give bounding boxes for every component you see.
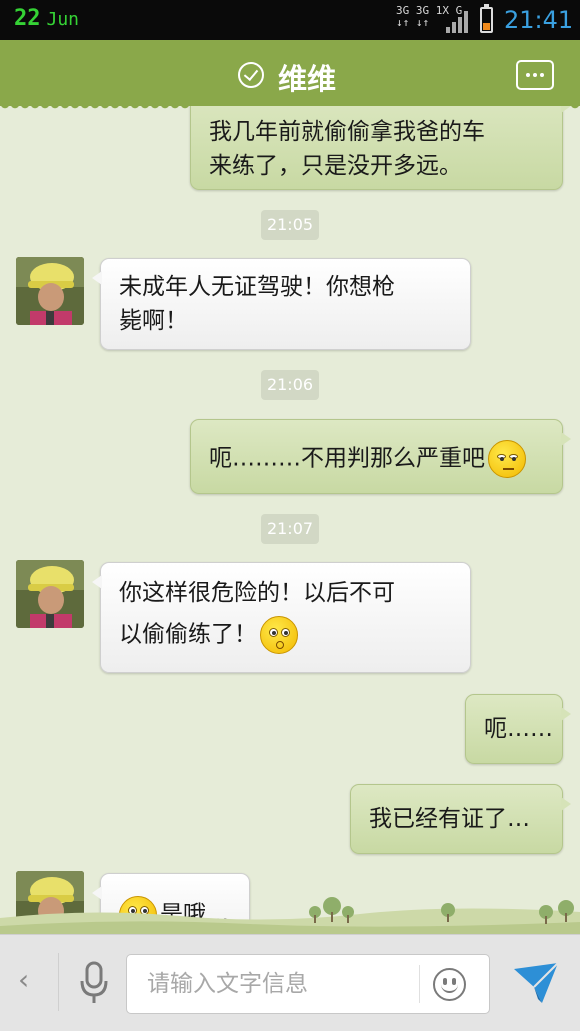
status-bar: 22 Jun 3G 3G 1X G ↓↑ ↓↑ 21:41	[0, 0, 580, 40]
contact-name[interactable]: 维维	[278, 56, 336, 98]
smug-face-emoji	[488, 440, 526, 478]
message-text: 我已经有证了…	[369, 806, 530, 832]
avatar[interactable]	[16, 257, 84, 325]
send-icon[interactable]	[512, 961, 560, 1005]
message-text: 呃………不用判那么严重吧	[209, 445, 485, 472]
message-text: 未成年人无证驾驶！你想枪	[119, 274, 395, 300]
check-circle-icon	[238, 62, 264, 88]
microphone-icon[interactable]	[80, 961, 108, 1005]
message-text: 以偷偷练了！	[119, 621, 257, 648]
message-incoming[interactable]: 未成年人无证驾驶！你想枪 毙啊！	[92, 258, 471, 350]
message-text: 你这样很危险的！以后不可	[119, 580, 395, 606]
chat-header: 维维	[0, 40, 580, 112]
timestamp: 21:05	[261, 210, 319, 240]
message-text: 呃……	[484, 716, 553, 742]
timestamp: 21:07	[261, 514, 319, 544]
message-input[interactable]	[147, 966, 417, 1002]
status-time: 21:41	[504, 6, 574, 34]
status-day: 22	[14, 6, 41, 31]
message-input-field[interactable]	[126, 954, 490, 1014]
message-incoming[interactable]: 你这样很危险的！以后不可 以偷偷练了！	[92, 562, 471, 673]
message-text: 毙啊！	[119, 308, 188, 334]
emoji-picker-icon[interactable]	[433, 968, 466, 1001]
timestamp: 21:06	[261, 370, 319, 400]
landscape-decoration	[0, 897, 580, 934]
divider	[419, 965, 420, 1003]
message-outgoing[interactable]: 我已经有证了…	[350, 784, 571, 854]
message-text: 来练了，只是没开多远。	[209, 153, 462, 179]
more-options-button[interactable]	[516, 60, 554, 90]
signal-icon	[446, 11, 470, 33]
status-month: Jun	[46, 9, 80, 30]
collapse-button[interactable]: ‹	[18, 963, 29, 996]
battery-icon	[480, 4, 493, 33]
message-outgoing[interactable]: 呃……	[465, 694, 571, 764]
message-outgoing[interactable]: 呃………不用判那么严重吧	[190, 419, 571, 494]
avatar[interactable]	[16, 560, 84, 628]
message-list[interactable]: 我几年前就偷偷拿我爸的车 来练了，只是没开多远。 21:05 未成年人无证驾驶！…	[0, 106, 580, 934]
message-outgoing[interactable]: 我几年前就偷偷拿我爸的车 来练了，只是没开多远。	[190, 106, 571, 190]
surprised-face-emoji	[260, 616, 298, 654]
divider	[58, 953, 59, 1011]
status-date: 22 Jun	[14, 6, 79, 31]
message-text: 我几年前就偷偷拿我爸的车	[209, 119, 485, 145]
input-bar: ‹	[0, 934, 580, 1031]
